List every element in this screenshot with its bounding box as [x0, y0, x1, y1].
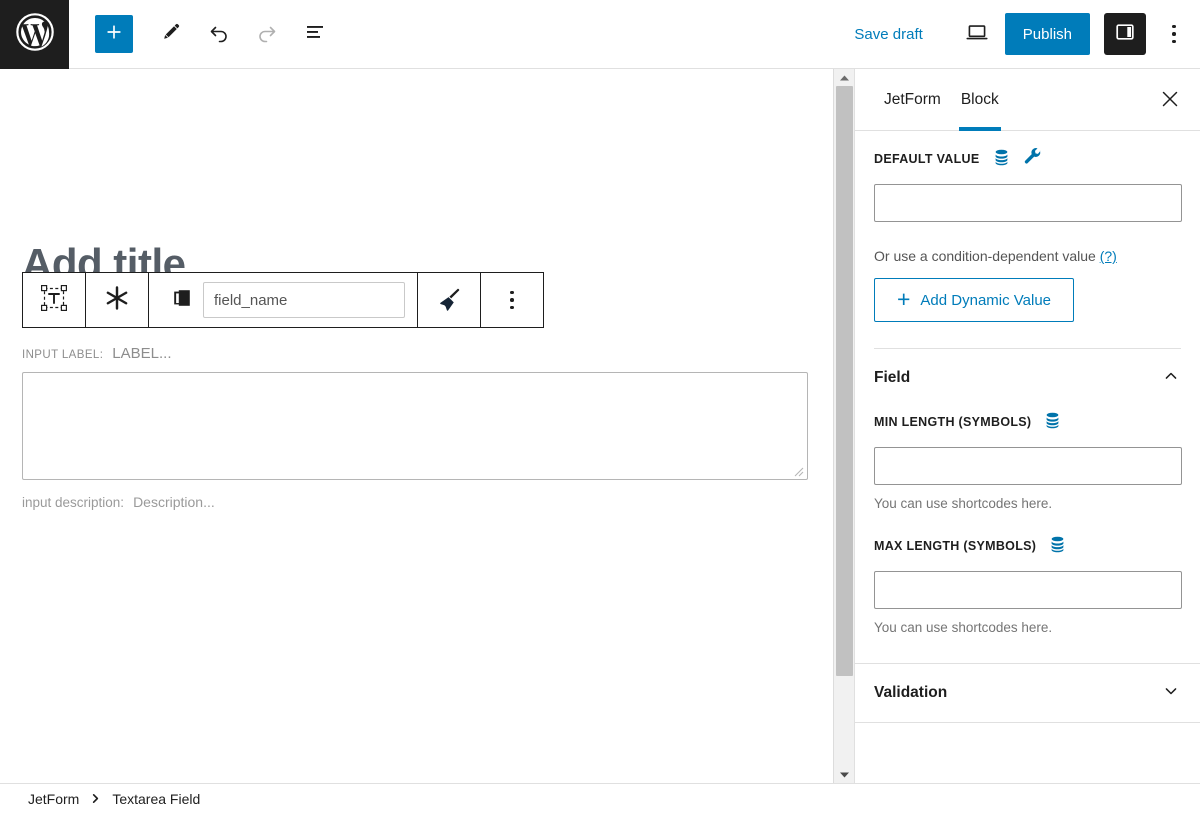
max-length-label: MAX LENGTH (SYMBOLS) [874, 539, 1037, 553]
default-value-input[interactable] [874, 184, 1182, 222]
min-length-input[interactable] [874, 447, 1182, 485]
redo-arrow-icon [255, 20, 279, 49]
max-length-label-row: MAX LENGTH (SYMBOLS) [874, 535, 1181, 557]
section-divider [855, 722, 1200, 723]
validation-panel-title: Validation [874, 684, 948, 701]
paintbrush-icon [436, 285, 462, 316]
close-sidebar-button[interactable] [1154, 85, 1186, 117]
max-length-section: MAX LENGTH (SYMBOLS) You can use shortco… [855, 511, 1200, 635]
default-value-label: DEFAULT VALUE [874, 151, 980, 166]
database-macros-icon[interactable] [1048, 535, 1067, 557]
asterisk-icon [103, 284, 131, 317]
max-length-input[interactable] [874, 571, 1182, 609]
chevron-up-icon[interactable] [1161, 366, 1181, 391]
min-length-label-row: MIN LENGTH (SYMBOLS) [874, 411, 1181, 433]
top-bar-left-tools [69, 12, 337, 56]
kebab-menu-icon [494, 290, 530, 310]
block-type-button[interactable] [23, 273, 85, 327]
editor-canvas: Add title field_name INPUT LABEL: LABEL.… [0, 69, 833, 783]
field-label-row: INPUT LABEL: LABEL... [22, 345, 172, 362]
field-description-value[interactable]: Description... [133, 494, 215, 510]
max-length-help-text: You can use shortcodes here. [874, 620, 1053, 635]
condition-dependent-label: Or use a condition-dependent value [874, 248, 1096, 264]
settings-sidebar: JetForm Block DEFAULT VALUE Or use a con… [854, 69, 1200, 783]
document-outline-icon [303, 20, 327, 49]
scrollbar-down-button[interactable] [834, 766, 855, 783]
field-panel-title: Field [874, 369, 911, 386]
tab-jetform[interactable]: JetForm [874, 69, 951, 131]
field-name-input[interactable] [203, 282, 405, 318]
editor-options-button[interactable] [1156, 12, 1192, 56]
add-dynamic-value-label: Add Dynamic Value [920, 291, 1052, 309]
condition-help-link[interactable]: (?) [1100, 248, 1117, 264]
chevron-down-icon[interactable] [1161, 681, 1181, 706]
caret-down-icon [839, 766, 850, 784]
tab-block[interactable]: Block [951, 69, 1009, 131]
breadcrumb-item-textarea-field[interactable]: Textarea Field [112, 791, 200, 807]
default-value-label-row: DEFAULT VALUE [874, 147, 1181, 170]
breadcrumb-bar: JetForm Textarea Field [0, 783, 1200, 814]
list-view-button[interactable] [293, 12, 337, 56]
database-macros-icon[interactable] [992, 148, 1011, 170]
min-length-section: MIN LENGTH (SYMBOLS) You can use shortco… [855, 407, 1200, 511]
top-bar-right-tools: Save draft Publish [840, 12, 1200, 56]
scrollbar-up-button[interactable] [834, 69, 855, 86]
field-textarea-preview[interactable] [22, 372, 808, 480]
undo-button[interactable] [197, 12, 241, 56]
block-more-options-button[interactable] [481, 273, 543, 327]
close-x-icon [1161, 90, 1179, 113]
field-name-group [149, 273, 417, 327]
validation-panel-header[interactable]: Validation [855, 664, 1200, 722]
copy-pages-icon [171, 287, 193, 314]
condition-dependent-text: Or use a condition-dependent value (?) [874, 248, 1181, 264]
kebab-menu-icon [1172, 24, 1176, 29]
sidebar-tab-bar: JetForm Block [855, 69, 1200, 131]
plus-icon: + [896, 285, 911, 312]
pencil-icon [160, 21, 182, 48]
default-value-section: DEFAULT VALUE Or use a condition-depende… [855, 131, 1200, 349]
publish-button[interactable]: Publish [1004, 13, 1090, 55]
field-label-value[interactable]: LABEL... [112, 345, 171, 362]
add-block-button[interactable] [95, 15, 133, 53]
undo-arrow-icon [207, 20, 231, 49]
plus-icon [104, 22, 124, 47]
scrollbar-thumb[interactable] [836, 86, 853, 676]
sidebar-body: DEFAULT VALUE Or use a condition-depende… [855, 131, 1200, 723]
save-draft-button[interactable]: Save draft [840, 18, 936, 51]
redo-button[interactable] [245, 12, 289, 56]
block-style-button[interactable] [418, 273, 480, 327]
field-description-row: input description: Description... [22, 494, 215, 510]
duplicate-block-button[interactable] [161, 286, 203, 314]
field-label-prefix: INPUT LABEL: [22, 349, 104, 361]
add-dynamic-value-button[interactable]: + Add Dynamic Value [874, 278, 1074, 322]
laptop-preview-icon [964, 19, 990, 50]
settings-panel-icon [1113, 20, 1137, 49]
block-toolbar [22, 272, 544, 328]
editor-top-bar: Save draft Publish [0, 0, 1200, 69]
transform-block-button[interactable] [86, 273, 148, 327]
min-length-label: MIN LENGTH (SYMBOLS) [874, 415, 1032, 429]
textarea-block-icon [39, 283, 69, 318]
chevron-right-icon [90, 792, 101, 807]
min-length-help-text: You can use shortcodes here. [874, 496, 1053, 511]
wordpress-logo-icon [15, 12, 55, 57]
resize-grip-icon[interactable] [790, 463, 804, 477]
wordpress-logo-button[interactable] [0, 0, 69, 69]
database-macros-icon[interactable] [1043, 411, 1062, 433]
caret-up-icon [839, 69, 850, 87]
wrench-tools-icon[interactable] [1023, 147, 1043, 170]
field-panel-header[interactable]: Field [855, 349, 1200, 407]
field-description-prefix: input description: [22, 495, 125, 510]
breadcrumb-item-jetform[interactable]: JetForm [28, 791, 79, 807]
editor-scrollbar[interactable] [833, 69, 854, 783]
preview-button[interactable] [955, 12, 999, 56]
edit-tool-button[interactable] [149, 12, 193, 56]
settings-sidebar-toggle-button[interactable] [1104, 13, 1146, 55]
